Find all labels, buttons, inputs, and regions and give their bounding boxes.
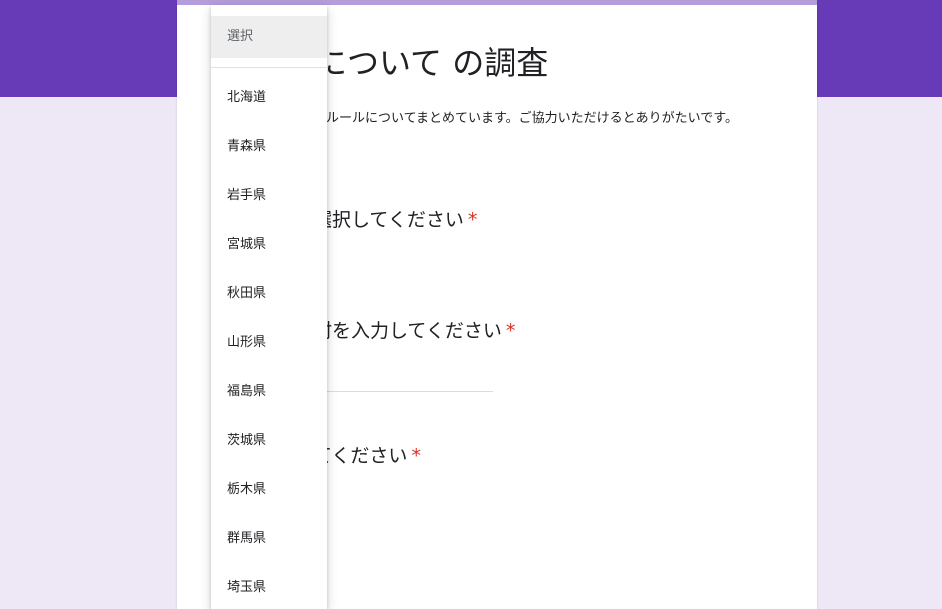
question-municipality: 村を入力してください * xyxy=(313,318,515,344)
required-asterisk: * xyxy=(411,445,421,467)
dropdown-option-fukushima[interactable]: 福島県 xyxy=(211,367,327,416)
question-label: 村を入力してください xyxy=(313,320,502,342)
dropdown-option-miyagi[interactable]: 宮城県 xyxy=(211,220,327,269)
prefecture-dropdown-menu[interactable]: 選択 北海道 青森県 岩手県 宮城県 秋田県 山形県 福島県 茨城県 栃木県 群… xyxy=(211,5,327,609)
dropdown-option-yamagata[interactable]: 山形県 xyxy=(211,318,327,367)
dropdown-option-iwate[interactable]: 岩手県 xyxy=(211,171,327,220)
question-label: てください xyxy=(313,445,408,467)
dropdown-placeholder-option[interactable]: 選択 xyxy=(211,16,327,58)
dropdown-options-list: 北海道 青森県 岩手県 宮城県 秋田県 山形県 福島県 茨城県 栃木県 群馬県 … xyxy=(211,73,327,609)
dropdown-option-akita[interactable]: 秋田県 xyxy=(211,269,327,318)
dropdown-option-saitama[interactable]: 埼玉県 xyxy=(211,563,327,609)
dropdown-option-aomori[interactable]: 青森県 xyxy=(211,122,327,171)
question-label: 選択してください xyxy=(313,209,464,231)
dropdown-option-tochigi[interactable]: 栃木県 xyxy=(211,465,327,514)
required-asterisk: * xyxy=(505,320,516,342)
dropdown-divider xyxy=(211,67,327,68)
form-description: のルールについてまとめています。ご協力いただけるとありがたいです。 xyxy=(313,111,738,126)
dropdown-option-gunma[interactable]: 群馬県 xyxy=(211,514,327,563)
dropdown-option-hokkaido[interactable]: 北海道 xyxy=(211,73,327,122)
dropdown-option-ibaraki[interactable]: 茨城県 xyxy=(211,416,327,465)
required-asterisk: * xyxy=(467,209,478,231)
question-prefecture: 選択してください * xyxy=(313,207,477,233)
municipality-answer-input[interactable] xyxy=(313,391,493,392)
form-title: について の調査 xyxy=(315,44,549,82)
question-third: てください * xyxy=(313,443,421,469)
